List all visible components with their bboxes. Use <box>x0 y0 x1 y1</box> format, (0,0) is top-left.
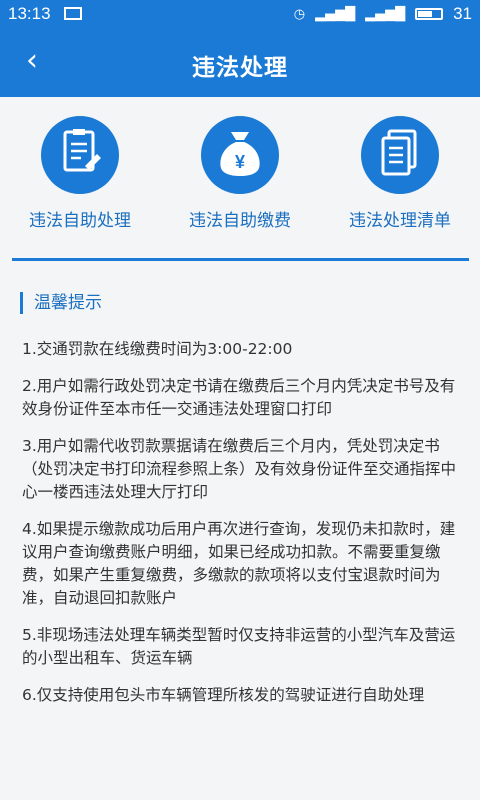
document-icon <box>41 116 119 194</box>
alarm-icon: ◷ <box>293 6 306 22</box>
action-label: 违法处理清单 <box>349 211 451 231</box>
money-bag-icon: ¥ <box>201 116 279 194</box>
tip-item: 6.仅支持使用包头市车辆管理所核发的驾驶证进行自助处理 <box>22 686 425 704</box>
action-label: 违法自助缴费 <box>189 211 291 231</box>
tip-item: 5.非现场违法处理车辆类型暂时仅支持非运营的小型汽车及营运的小型出租车、货运车辆 <box>22 626 456 667</box>
tips-list: 1.交通罚款在线缴费时间为3:00-22:00 2.用户如需行政处罚决定书请在缴… <box>22 338 458 721</box>
tip-item: 4.如果提示缴款成功后用户再次进行查询，发现仍未扣款时，建议用户查询缴费账户明细… <box>22 520 456 607</box>
self-service-payment-button[interactable]: ¥ 违法自助缴费 <box>160 116 320 231</box>
page-title: 违法处理 <box>192 55 288 81</box>
status-time: 13:13 <box>8 4 51 23</box>
signal-icon: ▂▄▆█ <box>315 6 356 22</box>
section-divider <box>12 258 469 261</box>
self-service-handling-button[interactable]: 违法自助处理 <box>0 116 160 231</box>
violation-list-button[interactable]: 违法处理清单 <box>320 116 480 231</box>
tip-item: 3.用户如需代收罚款票据请在缴费后三个月内，凭处罚决定书（处罚决定书打印流程参照… <box>22 437 457 501</box>
status-indicators: ◷ ▂▄▆█ ▂▄▆█ 31 <box>294 4 472 24</box>
action-grid: 违法自助处理 ¥ 违法自助缴费 违法处理清单 <box>0 116 480 236</box>
action-label: 违法自助处理 <box>29 211 131 231</box>
svg-text:¥: ¥ <box>235 152 245 172</box>
status-bar: 13:13 ◷ ▂▄▆█ ▂▄▆█ 31 <box>0 0 480 28</box>
header: 13:13 ◷ ▂▄▆█ ▂▄▆█ 31 ‹ 违法处理 <box>0 0 480 97</box>
battery-icon <box>415 8 444 20</box>
tips-heading: 温馨提示 <box>20 292 102 314</box>
nav-bar: ‹ 违法处理 <box>0 28 480 97</box>
battery-level: 31 <box>453 4 472 23</box>
signal-icon: ▂▄▆█ <box>365 6 406 22</box>
tip-item: 1.交通罚款在线缴费时间为3:00-22:00 <box>22 340 293 358</box>
mail-notification-icon <box>64 7 82 20</box>
tip-item: 2.用户如需行政处罚决定书请在缴费后三个月内凭决定书号及有效身份证件至本市任一交… <box>22 377 456 418</box>
list-icon <box>361 116 439 194</box>
